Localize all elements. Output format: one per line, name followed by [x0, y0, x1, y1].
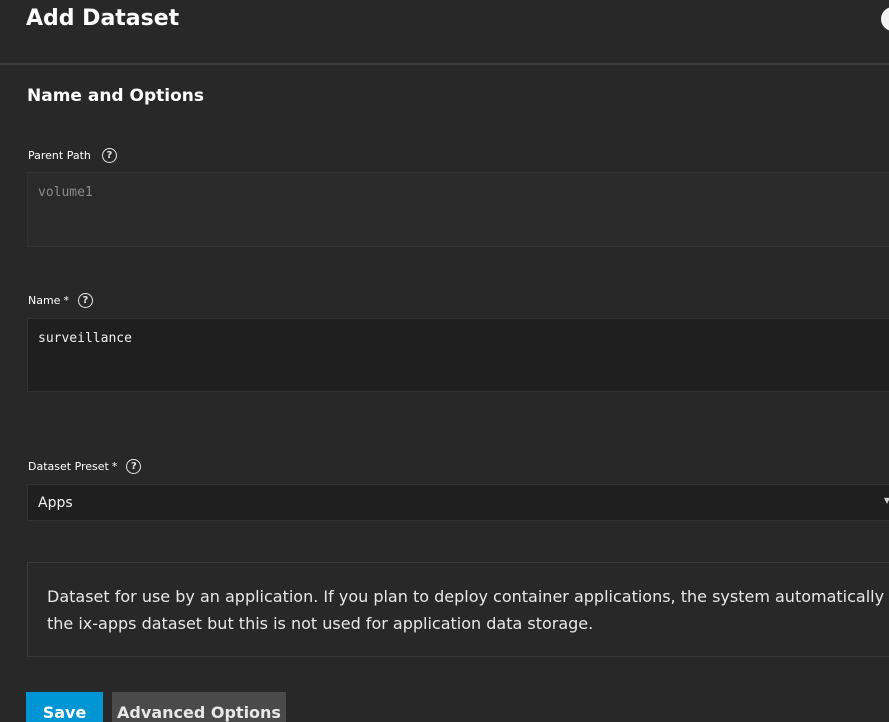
preset-description: Dataset for use by an application. If yo…: [47, 583, 889, 637]
preset-required-mark: *: [111, 460, 118, 473]
name-field[interactable]: surveillance: [27, 318, 889, 392]
preset-label: Dataset Preset: [28, 460, 109, 473]
parent-path-value: volume1: [38, 185, 93, 200]
help-circle-icon[interactable]: ?: [77, 293, 93, 308]
page-title: Add Dataset: [26, 6, 180, 31]
preset-description-line-1: Dataset for use by an application. If yo…: [47, 587, 889, 606]
section-title: Name and Options: [27, 86, 204, 106]
preset-description-box: Dataset for use by an application. If yo…: [27, 562, 889, 657]
add-dataset-page: Add Dataset Name and Options Parent Path…: [0, 0, 889, 722]
preset-label-row: Dataset Preset * ?: [28, 459, 142, 474]
name-value: surveillance: [38, 331, 132, 346]
help-circle-icon[interactable]: ?: [101, 148, 117, 163]
parent-path-field[interactable]: volume1: [27, 172, 889, 247]
parent-path-label: Parent Path: [28, 149, 91, 162]
name-required-mark: *: [63, 294, 69, 307]
help-circle-icon[interactable]: ?: [126, 459, 142, 474]
save-button[interactable]: Save: [26, 692, 103, 722]
advanced-options-button[interactable]: Advanced Options: [112, 692, 286, 722]
dialog-header: Add Dataset: [0, 0, 889, 65]
parent-path-label-row: Parent Path ?: [28, 148, 117, 163]
close-icon[interactable]: [881, 7, 889, 31]
preset-description-line-2: the ix-apps dataset but this is not used…: [47, 614, 594, 633]
name-label-row: Name * ?: [28, 293, 93, 308]
preset-selected-value: Apps: [38, 495, 73, 511]
chevron-down-icon: ▾: [884, 493, 889, 507]
dataset-preset-select[interactable]: Apps ▾: [27, 484, 889, 521]
name-label: Name: [28, 294, 61, 307]
